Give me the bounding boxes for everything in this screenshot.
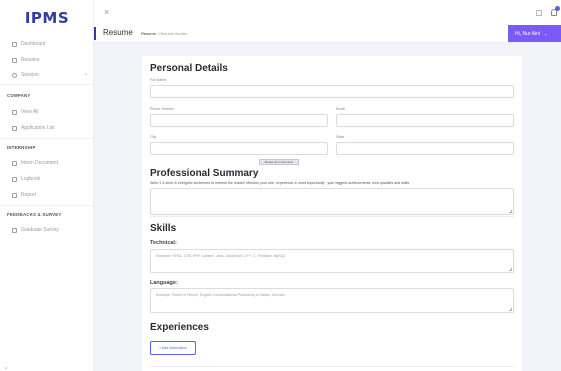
sidebar-item-intern-document[interactable]: Intern Document: [12, 158, 58, 168]
document-icon: [12, 160, 17, 166]
resize-handle-icon[interactable]: [509, 210, 512, 213]
sidebar-item-logbook[interactable]: Logbook: [12, 174, 40, 184]
section-label-feedbacks: FEEDBACKS & SURVEY: [7, 212, 62, 217]
sidebar-item-session[interactable]: Session ⌄: [12, 70, 88, 80]
skills-heading: Skills: [150, 223, 177, 234]
experiences-heading: Experiences: [150, 322, 209, 333]
breadcrumb-root[interactable]: Resume: [141, 31, 156, 36]
city-label: City: [150, 135, 157, 139]
sidebar: IPMS Dashboard Resume Session ⌄ COMPANY …: [0, 0, 94, 371]
sidebar-item-label: Application List: [21, 125, 55, 131]
sidebar-item-report[interactable]: Report: [12, 190, 36, 200]
technical-skills-textarea[interactable]: Example: HTML, CSS, PHP, Laravel, Java, …: [150, 249, 514, 273]
document-icon: [12, 57, 17, 63]
personal-details-heading: Personal Details: [150, 63, 228, 74]
resize-handle-icon[interactable]: [509, 308, 512, 311]
sidebar-item-graduate-survey[interactable]: Graduate Survey: [12, 225, 59, 235]
breadcrumb-current: Resume Builder: [159, 31, 188, 36]
sidebar-item-label: View All: [21, 109, 39, 115]
fullscreen-icon[interactable]: [536, 10, 542, 16]
dashboard-icon: [12, 41, 17, 47]
page-title: Resume: [103, 28, 133, 37]
list-icon: [12, 125, 17, 131]
technical-label: Technical:: [150, 240, 177, 246]
summary-description: Write 2-4 short & energetic sentences to…: [150, 181, 411, 185]
language-label: Language:: [150, 280, 178, 286]
state-label: State: [336, 135, 345, 139]
top-bar: ×: [94, 0, 561, 24]
sidebar-item-label: Report: [21, 192, 37, 198]
divider: [0, 84, 94, 85]
sidebar-item-dashboard[interactable]: Dashboard: [12, 39, 45, 49]
report-icon: [12, 192, 17, 198]
breadcrumb-bar: Resume Resume / Resume Builder: [94, 24, 561, 43]
phone-label: Phone Number: [150, 107, 175, 111]
sidebar-item-view-all[interactable]: View All: [12, 107, 38, 117]
chevron-down-icon: ⌄: [544, 31, 548, 36]
sidebar-item-resume[interactable]: Resume: [12, 55, 40, 65]
close-icon[interactable]: ×: [104, 7, 109, 17]
chevron-down-icon: ⌄: [84, 71, 89, 77]
section-divider: [150, 216, 514, 217]
divider: [0, 205, 94, 206]
phone-input[interactable]: [150, 114, 328, 127]
sidebar-item-label: Logbook: [21, 176, 41, 182]
technical-placeholder: Example: HTML, CSS, PHP, Laravel, Java, …: [156, 254, 286, 258]
section-divider: [150, 366, 514, 367]
sidebar-item-label: Dashboard: [21, 41, 46, 47]
divider: [0, 138, 94, 139]
section-label-internship: INTERNSHIP: [7, 145, 36, 150]
full-name-input[interactable]: [150, 85, 514, 98]
email-input[interactable]: [336, 114, 514, 127]
summary-textarea[interactable]: [150, 188, 514, 215]
title-accent: [94, 27, 96, 40]
survey-icon: [12, 227, 17, 233]
language-placeholder: Example: Fluent in French, English Conve…: [156, 293, 285, 297]
city-input[interactable]: [150, 142, 328, 155]
user-icon: [12, 72, 17, 78]
grid-icon: [12, 109, 17, 115]
breadcrumb-separator: /: [157, 31, 159, 36]
email-label: Email: [336, 107, 345, 111]
sidebar-item-label: Session: [21, 72, 39, 78]
breadcrumb: Resume / Resume Builder: [141, 31, 188, 36]
add-information-button[interactable]: + Add information: [150, 341, 196, 355]
app-logo[interactable]: IPMS: [0, 9, 94, 27]
book-icon: [12, 176, 17, 182]
professional-summary-heading: Professional Summary: [150, 168, 259, 179]
language-skills-textarea[interactable]: Example: Fluent in French, English Conve…: [150, 288, 514, 313]
user-menu-label: Hi, Nur Aini: [515, 30, 541, 37]
sidebar-item-label: Intern Document: [21, 160, 58, 166]
full-name-label: Full Name: [150, 78, 167, 82]
state-input[interactable]: [336, 142, 514, 155]
sidebar-item-label: Graduate Survey: [21, 227, 59, 233]
sidebar-item-label: Resume: [21, 57, 40, 63]
section-label-company: COMPANY: [7, 93, 31, 98]
resize-handle-icon[interactable]: [509, 268, 512, 271]
sidebar-item-application-list[interactable]: Application List: [12, 123, 55, 133]
user-menu-button[interactable]: Hi, Nur Aini ⌄: [508, 25, 561, 42]
notification-badge: [555, 6, 560, 11]
corner-mark: A: [5, 366, 8, 370]
validation-tooltip: Please fill in this field.: [259, 159, 299, 165]
